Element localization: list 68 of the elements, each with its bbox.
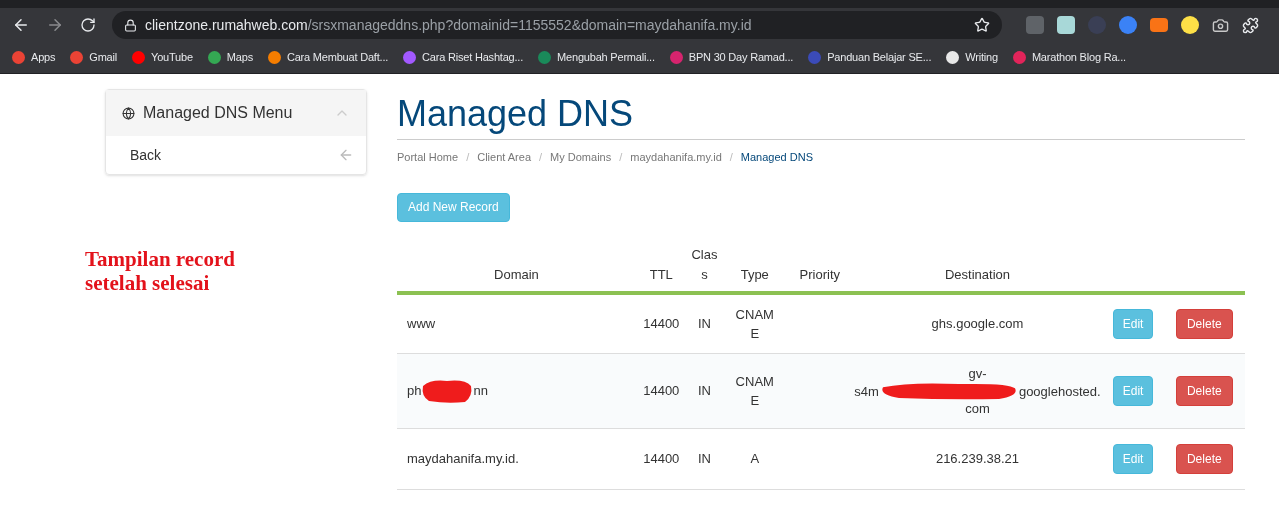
breadcrumb-separator: /: [466, 150, 470, 165]
class-text: IN: [697, 451, 711, 467]
column-header: Class: [690, 245, 719, 284]
destination-text: ghs.google.com: [931, 316, 1024, 331]
destination-text: 216.239.38.21: [935, 451, 1020, 467]
camera-icon[interactable]: [1212, 16, 1229, 34]
ttl-text: 14400: [643, 451, 680, 467]
page-title: Managed DNS: [397, 92, 635, 136]
annotation-text: setelah selesai: [85, 271, 211, 295]
type-text: A: [749, 450, 761, 469]
forward-icon[interactable]: [46, 16, 64, 34]
sidebar-item[interactable]: Back: [106, 136, 366, 174]
redaction-mark: [421, 378, 474, 404]
type-text: CNAME: [734, 305, 775, 343]
class-text: IN: [697, 316, 711, 331]
bookmark-link[interactable]: YouTube: [151, 49, 193, 66]
bookmark-link[interactable]: Maps: [226, 49, 253, 66]
globe-icon: [122, 106, 135, 120]
annotation-text: Tampilan record: [85, 247, 236, 271]
column-header: Destination: [944, 267, 1010, 282]
reload-icon[interactable]: [80, 17, 96, 33]
arrow-left-icon: [338, 147, 354, 163]
column-header: Domain: [494, 267, 539, 282]
domain-text: nn: [473, 382, 488, 401]
breadcrumb-separator: /: [539, 150, 543, 165]
destination-text: s4m: [854, 382, 879, 400]
column-header: Priority: [799, 267, 841, 282]
breadcrumb-link[interactable]: maydahanifa.my.id: [630, 149, 722, 166]
bookmark-link[interactable]: Cara Membuat Daft...: [286, 49, 389, 66]
destination-text: com: [965, 400, 990, 417]
domain-text: ph: [407, 382, 422, 401]
type-text: CNAME: [734, 372, 775, 410]
bookmark-link[interactable]: Writing: [965, 49, 998, 66]
bookmark-link[interactable]: Cara Riset Hashtag...: [422, 49, 524, 66]
bookmark-link[interactable]: Marathon Blog Ra...: [1031, 49, 1126, 66]
delete-button[interactable]: Delete: [1175, 376, 1233, 406]
extensions-icon[interactable]: [1242, 16, 1259, 34]
bookmark-link[interactable]: BPN 30 Day Ramad...: [688, 49, 794, 66]
sidebar-header[interactable]: Managed DNS Menu: [106, 90, 366, 136]
address-bar[interactable]: clientzone.rumahweb.com/srsxmanageddns.php?domainid=1155552&domain=maydahanifa.my.id: [112, 11, 1002, 39]
breadcrumb-link[interactable]: Client Area: [477, 149, 531, 166]
column-header: Type: [740, 267, 769, 282]
column-header: TTL: [649, 267, 673, 282]
ttl-text: 14400: [643, 383, 680, 399]
extension-icon[interactable]: [1057, 16, 1075, 34]
destination-text: gv-: [968, 365, 987, 382]
destination-text: googlehosted.: [1018, 382, 1101, 400]
ttl-text: 14400: [643, 316, 680, 331]
delete-button[interactable]: Delete: [1175, 444, 1233, 474]
class-text: IN: [697, 383, 711, 399]
lock-icon: [124, 18, 137, 32]
bookmark-link[interactable]: Apps: [31, 49, 56, 66]
bookmark-link[interactable]: Mengubah Permali...: [557, 49, 655, 66]
delete-button[interactable]: Delete: [1175, 308, 1233, 339]
breadcrumb-separator: /: [619, 150, 623, 165]
bookmark-link[interactable]: Gmail: [89, 49, 117, 66]
breadcrumb-link[interactable]: Portal Home: [397, 149, 459, 166]
breadcrumb-link[interactable]: Managed DNS: [740, 149, 813, 166]
domain-text: www: [407, 316, 436, 331]
breadcrumb-separator: /: [729, 150, 733, 165]
bookmark-link[interactable]: Panduan Belajar SE...: [827, 49, 932, 66]
back-icon[interactable]: [12, 16, 30, 34]
star-icon[interactable]: [974, 17, 990, 33]
breadcrumb-link[interactable]: My Domains: [550, 149, 612, 166]
sidebar-title: Managed DNS Menu: [143, 103, 294, 123]
url-text: clientzone.rumahweb.com/srsxmanageddns.php?domainid=1155552&domain=maydahanifa.my.id: [145, 15, 753, 35]
domain-text: maydahanifa.my.id.: [407, 451, 519, 467]
extension-icon[interactable]: [1181, 16, 1199, 34]
